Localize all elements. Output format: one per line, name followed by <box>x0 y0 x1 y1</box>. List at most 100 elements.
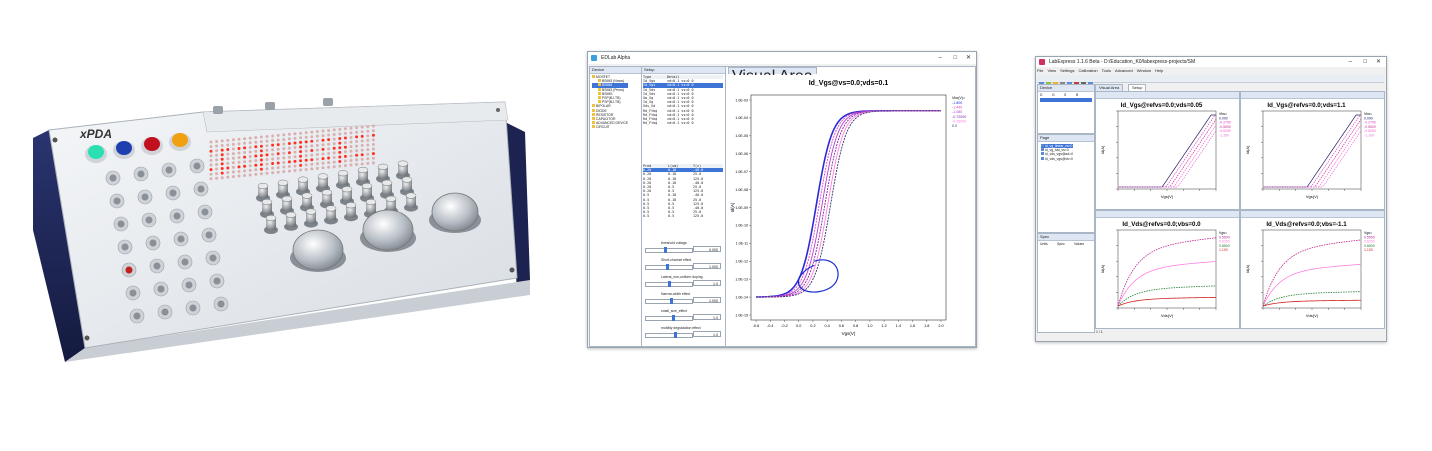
tree-item[interactable]: CIRCUIT <box>592 125 628 129</box>
menu-item-file[interactable]: File <box>1037 68 1043 73</box>
led-dot <box>315 139 319 143</box>
menu-item-tools[interactable]: Tools <box>1102 68 1111 73</box>
led-dot <box>360 134 364 138</box>
legend-entry: -0.36000 <box>952 119 966 123</box>
legend-title: Vbs(V)= <box>952 96 965 100</box>
led-dot <box>237 142 241 146</box>
spec-table[interactable]: Units Spec Values <box>1040 242 1092 246</box>
tab-visual-area[interactable]: Visual Area <box>728 67 817 85</box>
led-dot <box>332 151 336 155</box>
minimize-icon[interactable]: – <box>1349 57 1352 67</box>
led-dot <box>220 144 224 147</box>
minimize-icon[interactable]: – <box>939 52 942 64</box>
bnc-top <box>381 179 393 186</box>
x-axis-label: Vgs(V) <box>1306 194 1319 199</box>
led-dot <box>254 163 258 167</box>
close-icon[interactable]: ✕ <box>966 52 971 64</box>
led-dot <box>327 147 331 151</box>
led-dot <box>276 170 280 174</box>
led-dot <box>349 145 353 149</box>
parameter-slider[interactable] <box>645 332 693 338</box>
parameter-value-field[interactable]: 1.0 <box>693 280 721 286</box>
menu-item-advanced[interactable]: Advanced <box>1115 68 1133 73</box>
terminal-row[interactable] <box>1040 98 1092 103</box>
folder-icon <box>598 96 601 100</box>
slider-thumb[interactable] <box>674 332 677 338</box>
id-chart: Id_Vgs@refvs=0.0;vds=1.1Vgs(V)Id(A)Vbs=0… <box>1245 102 1376 199</box>
hardware-tester-photo: xPDA <box>25 80 535 365</box>
parameter-slider[interactable] <box>645 298 693 304</box>
close-icon[interactable]: ✕ <box>1376 57 1381 67</box>
led-dot <box>338 146 342 150</box>
bnc-top <box>257 182 269 190</box>
led-dot <box>360 162 364 166</box>
window-title: LabExpress 1.1.6 Beta - D:/Education_K0/… <box>1049 59 1196 65</box>
socket-hole <box>197 185 205 193</box>
chart-window: Id_Vgs@refvs=0.0;vds=0.05 Vgs(V) Id(A) Vbs=… <box>1095 91 1240 210</box>
parameter-value-field[interactable]: 1.000 <box>693 263 721 269</box>
socket-hole <box>169 189 177 197</box>
socket-hole <box>193 162 201 170</box>
table-row[interactable]: 0.5 0.5 125.0 <box>643 214 723 218</box>
led-dot <box>271 171 275 175</box>
condition-table[interactable]: Pred L(um) T(c) 0.20 0.18 -40.0 0.20 0.18 25.0 0.… <box>643 164 723 219</box>
tab-visual-area[interactable]: Visual Area <box>1095 84 1124 91</box>
app-logo-icon <box>1039 59 1045 65</box>
folder-icon <box>592 125 595 129</box>
slider-thumb[interactable] <box>666 264 669 270</box>
led-dot <box>243 164 247 168</box>
led-dot <box>276 161 280 165</box>
slider-thumb[interactable] <box>672 315 675 321</box>
socket-hole <box>177 235 185 243</box>
legend-title: Vgs= <box>1219 231 1227 235</box>
parameter-slider[interactable] <box>645 315 693 321</box>
menu-item-help[interactable]: Help <box>1155 68 1163 73</box>
drawing-tabs[interactable]: Visual Area Setup <box>1095 84 1383 91</box>
legend-entry: 1.100 <box>1219 248 1228 252</box>
slider-thumb[interactable] <box>670 298 673 304</box>
toolbar[interactable] <box>1037 75 1384 87</box>
y-axis-label: Id(A) <box>1245 264 1250 273</box>
parameter-slider[interactable] <box>645 264 693 270</box>
parameter-slider[interactable] <box>645 281 693 287</box>
setup-table[interactable]: Type Detail Id_Vgs vd=0.1 vs=0 0 Id_Vgs vd=0.… <box>643 75 723 125</box>
menu-item-view[interactable]: View <box>1047 68 1056 73</box>
led-dot <box>304 131 308 135</box>
table-row[interactable]: Rd_Ftbg vd=0.1 vs=0 0 <box>643 121 723 125</box>
parameter-value-field[interactable]: 0.000 <box>693 246 721 252</box>
page-item[interactable]: id_vds_vgs@vb=0 <box>1041 156 1073 161</box>
led-dot <box>271 166 275 170</box>
led-dot <box>371 129 375 133</box>
device-tree[interactable]: MOSFET BSIM3 (Nmos) BSIM4 BSIM3 (Pmos) BSIMS… <box>592 75 629 130</box>
led-dot <box>343 145 347 149</box>
page-tree[interactable]: id_vg_linear_vs=0 id_vg_sat_vs=0 id_vds_vg… <box>1041 144 1074 161</box>
bnc-top <box>285 211 297 218</box>
led-dot <box>215 139 219 143</box>
maximize-icon[interactable]: □ <box>953 52 957 64</box>
y-tick-label: 1.0E-03 <box>735 98 748 102</box>
terminal-table[interactable]: DGSB <box>1040 93 1092 103</box>
led-dot <box>304 140 308 144</box>
output-curve <box>1262 291 1362 307</box>
led-dot <box>349 131 353 135</box>
parameter-sliders[interactable]: threshold voltage 0.000 Short-channel effe… <box>643 241 723 345</box>
led-dot <box>220 171 224 175</box>
parameter-value-field[interactable]: 1.000 <box>693 297 721 303</box>
menu-item-window[interactable]: Window <box>1137 68 1151 73</box>
transfer-curve <box>1263 114 1362 188</box>
menu-bar[interactable]: File View Settings Calibration Tools Advanced… <box>1037 68 1167 74</box>
menu-item-settings[interactable]: Settings <box>1060 68 1074 73</box>
led-dot <box>209 145 213 149</box>
maximize-icon[interactable]: □ <box>1363 57 1367 67</box>
table-cell: 0.5 <box>643 214 650 219</box>
slider-thumb[interactable] <box>664 247 667 253</box>
tab-setup[interactable]: Setup <box>1128 84 1147 91</box>
socket-hole <box>189 304 197 312</box>
parameter-value-field[interactable]: 1.0 <box>693 314 721 320</box>
menu-item-calibration[interactable]: Calibration <box>1079 68 1098 73</box>
parameter-value-field[interactable]: 1.0 <box>693 331 721 337</box>
slider-thumb[interactable] <box>668 281 671 287</box>
legend-entry: -1.440 <box>952 106 962 110</box>
parameter-slider[interactable] <box>645 247 693 253</box>
led-dot <box>366 138 370 142</box>
